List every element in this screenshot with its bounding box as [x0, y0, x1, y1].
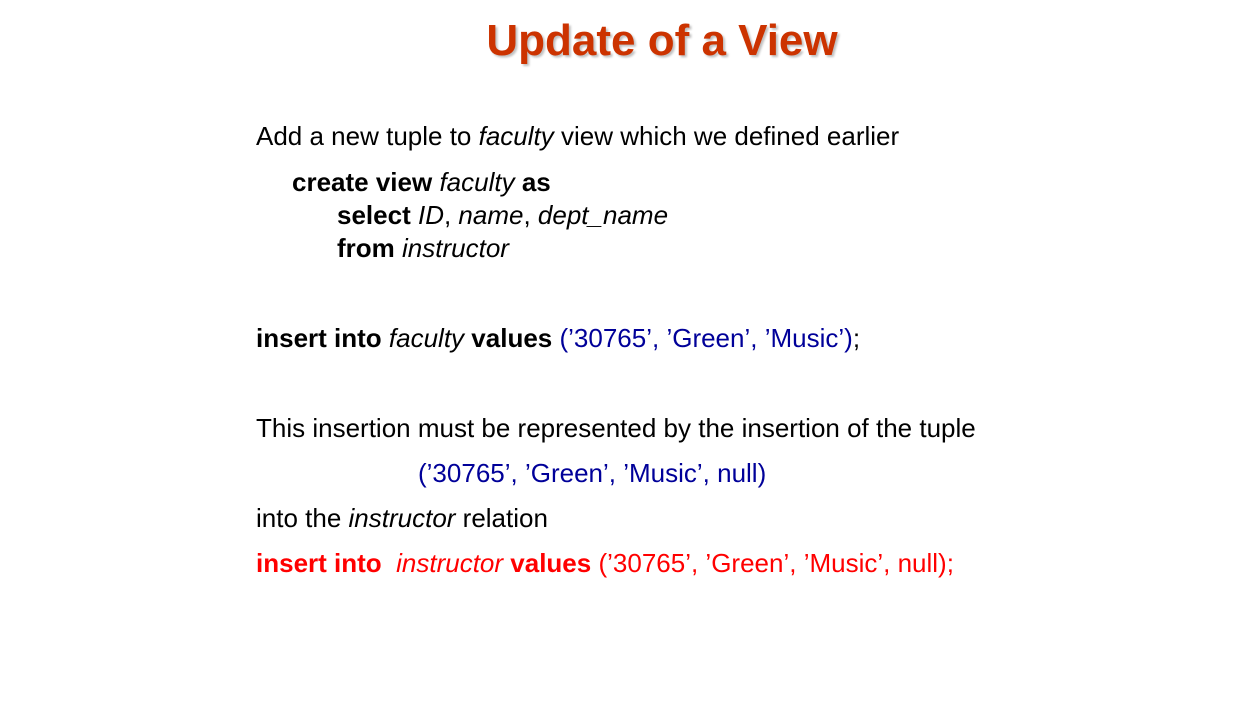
- kw-values-instructor: values: [510, 548, 592, 578]
- intro-line: Add a new tuple to faculty view which we…: [256, 121, 899, 151]
- into-pre: into the: [256, 503, 349, 533]
- kw-insert-into-instructor: insert into: [256, 548, 382, 578]
- from-table: instructor: [402, 233, 509, 263]
- insert-instructor-tuple: (’30765’, ’Green’, ’Music’, null);: [598, 548, 954, 578]
- insert-view-tuple: (’30765’, ’Green’, ’Music’): [559, 323, 853, 353]
- insert-view-target: faculty: [388, 323, 465, 353]
- view-def-name: faculty: [439, 167, 515, 197]
- into-post: relation: [455, 503, 548, 533]
- col-name: name: [458, 200, 524, 230]
- explanation-tuple: (’30765’, ’Green’, ’Music’, null): [418, 458, 767, 488]
- explanation-text: This insertion must be represented by th…: [256, 413, 976, 443]
- sep-1: ,: [443, 200, 459, 230]
- slide-title: Update of a View: [486, 16, 838, 65]
- col-dept-name: dept_name: [537, 200, 669, 230]
- insert-view-statement: insert into faculty values (’30765’, ’Gr…: [256, 323, 860, 353]
- sep-2: ,: [523, 200, 538, 230]
- view-def-line-2: select ID, name, dept_name: [337, 200, 668, 230]
- kw-values: values: [471, 323, 553, 353]
- view-def-line-1: create view faculty as: [292, 167, 551, 197]
- view-def-line-3: from instructor: [337, 233, 509, 263]
- intro-post: view which we defined earlier: [553, 121, 900, 151]
- intro-pre: Add a new tuple to: [256, 121, 479, 151]
- kw-from: from: [337, 233, 395, 263]
- col-id: ID: [417, 200, 444, 230]
- insert-instructor-statement: insert into instructor values (’30765’, …: [256, 548, 954, 578]
- insert-view-end: ;: [852, 323, 861, 353]
- explanation-into-line: into the instructor relation: [256, 503, 548, 533]
- kw-as: as: [521, 167, 551, 197]
- intro-view-name: faculty: [478, 121, 554, 151]
- kw-create-view: create view: [292, 167, 433, 197]
- into-relation: instructor: [348, 503, 456, 533]
- insert-instructor-target: instructor: [396, 548, 504, 578]
- kw-insert-into: insert into: [256, 323, 382, 353]
- kw-select: select: [337, 200, 411, 230]
